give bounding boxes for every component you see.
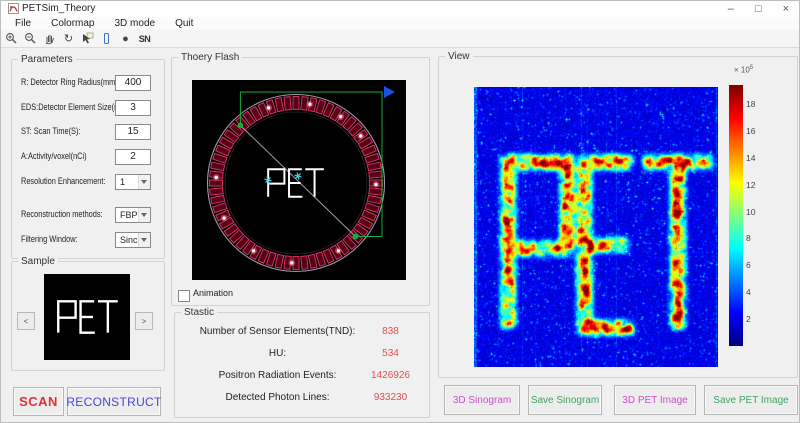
colorbar — [729, 85, 743, 346]
sample-phantom-image — [44, 274, 130, 360]
menu-file[interactable]: File — [5, 18, 41, 29]
save-pet-image-button[interactable]: Save PET Image — [704, 385, 798, 415]
colorbar-tick: 4 — [746, 287, 766, 297]
view-title: View — [445, 50, 473, 63]
colorbar-tick: 2 — [746, 314, 766, 324]
element-size-input[interactable]: 3 — [115, 100, 151, 116]
save-sinogram-button[interactable]: Save Sinogram — [528, 385, 602, 415]
stat-label-photon-lines: Detected Photon Lines: — [175, 392, 380, 403]
ring-radius-input[interactable]: 400 — [115, 75, 151, 91]
scan-button[interactable]: SCAN — [13, 387, 64, 416]
stat-value-positron-events: 1426926 — [363, 370, 418, 381]
detector-ring-animation — [192, 80, 406, 280]
rotate-3d-icon[interactable]: ↻ — [61, 31, 76, 46]
3d-sinogram-button[interactable]: 3D Sinogram — [444, 385, 520, 415]
filter-window-select[interactable]: Sinc — [115, 232, 151, 248]
filter-window-value: Sinc — [120, 233, 138, 247]
colorbar-tick: 12 — [746, 180, 766, 190]
param-label-element-size: EDS:Detector Element Size(mm) — [21, 101, 129, 113]
menu-colormap[interactable]: Colormap — [41, 18, 104, 29]
animation-checkbox[interactable] — [178, 290, 190, 302]
window-title: PETSim_Theory — [22, 3, 95, 14]
sample-panel: Sample < > — [11, 261, 165, 371]
param-label-recon-method: Reconstruction methods: — [21, 208, 103, 220]
stat-label-hu: HU: — [175, 348, 380, 359]
colorbar-tick: 10 — [746, 207, 766, 217]
resolution-value: 1 — [120, 175, 125, 189]
menubar: File Colormap 3D mode Quit — [1, 17, 799, 30]
activity-input[interactable]: 2 — [115, 149, 151, 165]
brush-circle-icon[interactable]: ● — [118, 31, 133, 46]
colorbar-tick: 18 — [746, 99, 766, 109]
recon-method-value: FBP — [120, 208, 138, 222]
stat-label-positron-events: Positron Radiation Events: — [175, 370, 380, 381]
colorbar-tick: 6 — [746, 260, 766, 270]
parameters-panel: Parameters R: Detector Ring Radius(mm) 4… — [11, 59, 165, 259]
colorbar-icon[interactable] — [99, 31, 114, 46]
menu-quit[interactable]: Quit — [165, 18, 203, 29]
colorbar-tick: 8 — [746, 233, 766, 243]
sample-prev-button[interactable]: < — [17, 312, 35, 330]
param-label-scan-time: ST: Scan Time(S): — [21, 125, 80, 137]
minimize-button[interactable]: – — [728, 2, 734, 16]
titlebar: PETSim_Theory – □ × — [1, 1, 799, 17]
param-label-activity: A:Activity/voxel(nCi) — [21, 150, 87, 162]
zoom-in-icon[interactable] — [4, 31, 19, 46]
statistics-panel: Stastic Number of Sensor Elements(TND): … — [174, 312, 430, 418]
menu-3d-mode[interactable]: 3D mode — [104, 18, 165, 29]
param-label-filter-window: Filtering Window: — [21, 233, 78, 245]
scan-time-input[interactable]: 15 — [115, 124, 151, 140]
stat-value-sensor-elements: 838 — [363, 326, 418, 337]
view-panel: View × 105 18 16 14 12 10 8 6 4 2 — [438, 56, 798, 378]
resolution-select[interactable]: 1 — [115, 174, 151, 190]
stat-label-sensor-elements: Number of Sensor Elements(TND): — [175, 326, 380, 337]
param-label-ring-radius: R: Detector Ring Radius(mm) — [21, 76, 118, 88]
dropdown-arrow-icon — [138, 233, 150, 247]
reconstruct-button[interactable]: RECONSTRUCT — [67, 387, 161, 416]
close-button[interactable]: × — [783, 2, 789, 16]
zoom-out-icon[interactable] — [23, 31, 38, 46]
parameters-title: Parameters — [18, 53, 76, 66]
dropdown-arrow-icon — [138, 175, 150, 189]
param-label-resolution: Resolution Enhancement: — [21, 175, 106, 187]
app-window: PETSim_Theory – □ × File Colormap 3D mod… — [0, 0, 800, 423]
animation-checkbox-label: Animation — [193, 288, 233, 298]
sample-title: Sample — [18, 255, 58, 268]
theory-flash-title: Thoery Flash — [178, 51, 242, 64]
maximize-button[interactable]: □ — [755, 2, 762, 16]
colorbar-tick: 14 — [746, 153, 766, 163]
sn-tool-icon[interactable]: SN — [137, 31, 152, 46]
stat-value-hu: 534 — [363, 348, 418, 359]
colorbar-exponent-label: × 105 — [734, 65, 753, 75]
stat-value-photon-lines: 933230 — [363, 392, 418, 403]
statistics-title: Stastic — [181, 306, 217, 319]
pet-reconstruction-image — [474, 87, 718, 367]
app-icon — [8, 3, 19, 14]
3d-pet-image-button[interactable]: 3D PET Image — [614, 385, 696, 415]
toolbar: ↻ ● SN — [1, 30, 799, 48]
dropdown-arrow-icon — [138, 208, 150, 222]
pan-hand-icon[interactable] — [42, 31, 57, 46]
data-cursor-icon[interactable] — [80, 31, 95, 46]
recon-method-select[interactable]: FBP — [115, 207, 151, 223]
theory-flash-panel: Thoery Flash Animation — [171, 57, 430, 306]
sample-next-button[interactable]: > — [135, 312, 153, 330]
colorbar-tick: 16 — [746, 126, 766, 136]
